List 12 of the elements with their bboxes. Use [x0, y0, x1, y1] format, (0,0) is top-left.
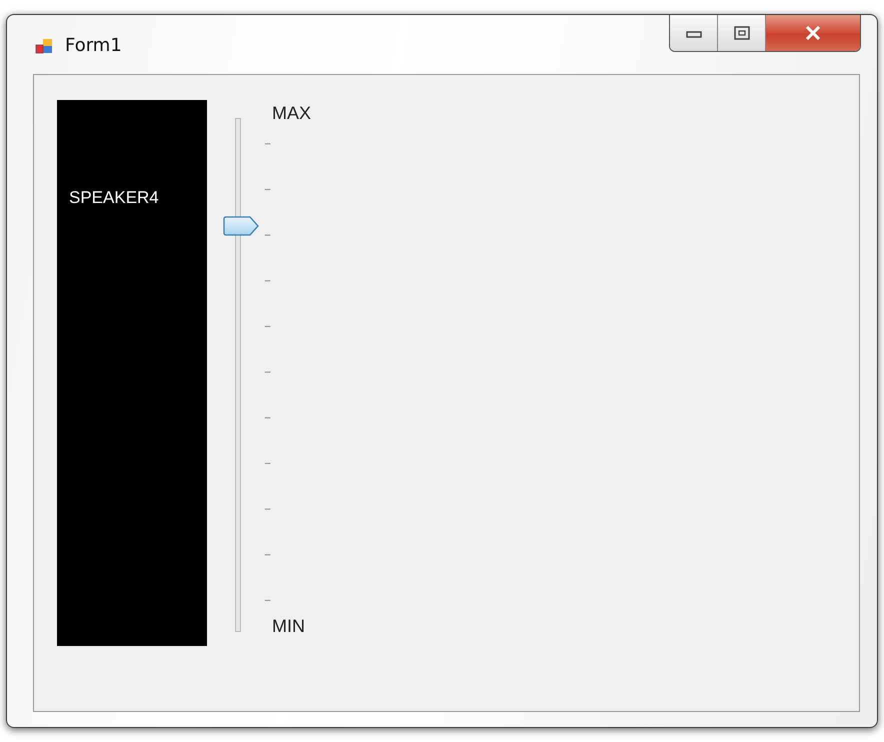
maximize-button[interactable]	[718, 15, 766, 51]
restore-icon	[734, 26, 750, 40]
window-title: Form1	[65, 35, 122, 56]
close-icon	[804, 26, 822, 40]
max-label: MAX	[272, 103, 312, 124]
min-label: MIN	[272, 616, 306, 637]
close-button[interactable]	[766, 15, 860, 51]
speaker-label: SPEAKER4	[69, 188, 160, 208]
app-icon	[35, 37, 53, 55]
volume-slider[interactable]	[222, 118, 272, 632]
slider-thumb[interactable]	[223, 216, 259, 236]
minimize-button[interactable]	[670, 15, 718, 51]
